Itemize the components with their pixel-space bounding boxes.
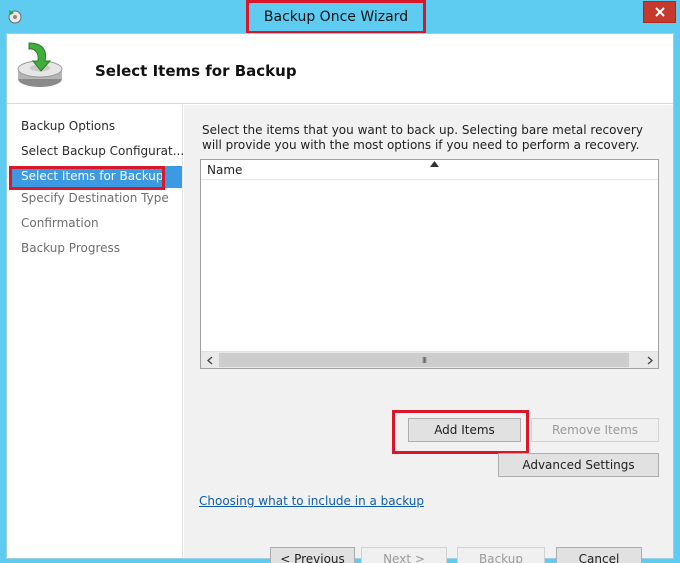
help-link-what-to-include[interactable]: Choosing what to include in a backup: [199, 494, 424, 508]
app-icon: [8, 10, 22, 24]
backup-drive-icon: [17, 42, 63, 87]
wizard-client-area: Select Items for Backup Backup Options S…: [6, 33, 674, 563]
previous-button[interactable]: < Previous: [270, 547, 355, 563]
scrollbar-thumb[interactable]: III: [219, 353, 629, 367]
backup-button: Backup: [457, 547, 545, 563]
step-select-backup-configuration[interactable]: Select Backup Configurat...: [21, 144, 184, 158]
chevron-left-icon: [206, 356, 212, 365]
active-step-highlight-box: [9, 166, 165, 190]
instruction-text: Select the items that you want to back u…: [202, 123, 643, 152]
wizard-main-panel: Select the items that you want to back u…: [184, 105, 673, 563]
page-title: Select Items for Backup: [95, 62, 297, 80]
wizard-header: Select Items for Backup: [7, 34, 673, 104]
window-title: Backup Once Wizard: [263, 9, 409, 25]
chevron-right-icon: [647, 356, 653, 365]
cancel-button[interactable]: Cancel: [556, 547, 642, 563]
scroll-right-button[interactable]: [641, 352, 658, 369]
remove-items-button: Remove Items: [531, 418, 659, 442]
advanced-settings-button[interactable]: Advanced Settings: [498, 453, 659, 477]
add-items-button[interactable]: Add Items: [408, 418, 521, 442]
step-backup-progress: Backup Progress: [21, 241, 121, 255]
close-button[interactable]: [643, 1, 676, 23]
backup-items-list[interactable]: Name III: [200, 159, 659, 369]
step-backup-options[interactable]: Backup Options: [21, 119, 115, 133]
title-bar[interactable]: Backup Once Wizard: [0, 0, 680, 34]
wizard-steps-sidebar: Backup Options Select Backup Configurat.…: [7, 105, 184, 558]
horizontal-scrollbar[interactable]: III: [201, 351, 658, 368]
column-header-label: Name: [207, 163, 243, 177]
next-button: Next >: [361, 547, 447, 563]
scrollbar-grip-icon: III: [421, 355, 427, 365]
column-header-name[interactable]: Name: [201, 160, 658, 180]
sort-ascending-icon: [430, 161, 439, 167]
title-highlight-box: Backup Once Wizard: [246, 0, 426, 34]
step-confirmation: Confirmation: [21, 216, 99, 230]
step-specify-destination-type: Specify Destination Type: [21, 191, 169, 205]
scroll-left-button[interactable]: [201, 352, 218, 369]
close-icon: [654, 7, 665, 17]
